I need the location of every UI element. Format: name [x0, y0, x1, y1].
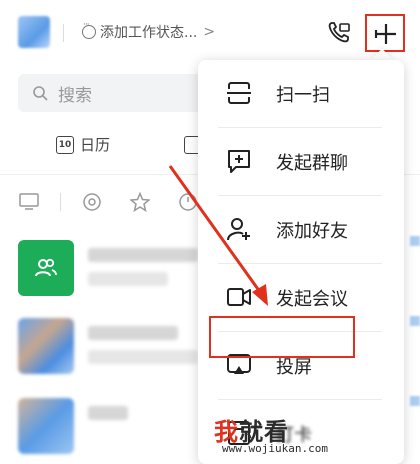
calendar-icon: 10: [56, 135, 74, 154]
list-item[interactable]: [18, 318, 218, 378]
plus-button[interactable]: [365, 14, 405, 52]
star-icon[interactable]: [129, 191, 151, 213]
menu-item-group-chat[interactable]: 发起群聊: [198, 128, 404, 196]
avatar: [18, 318, 74, 374]
header-divider: [63, 24, 64, 42]
highlight-box: [209, 316, 355, 358]
desktop-icon[interactable]: [18, 191, 40, 213]
list-item[interactable]: [18, 398, 218, 458]
list-item[interactable]: [18, 240, 218, 300]
work-status-label: 添加工作状态...: [100, 25, 198, 41]
clock-icon[interactable]: [177, 191, 199, 213]
work-status-button[interactable]: 添加工作状态... >: [82, 20, 216, 42]
menu-item-label: 发起会议: [276, 289, 348, 310]
calendar-label: 日历: [80, 136, 111, 154]
watermark: 我就看 www.wojiukan.com: [214, 412, 364, 460]
right-edge-item: [410, 396, 420, 406]
menu-item-label: 发起群聊: [276, 153, 348, 174]
filter-divider: [60, 193, 61, 211]
status-bubble-icon: [82, 20, 96, 39]
menu-item-scan[interactable]: 扫一扫: [198, 60, 404, 128]
mention-icon[interactable]: [81, 191, 103, 213]
search-icon: [33, 86, 48, 101]
menu-item-label: 扫一扫: [276, 85, 330, 106]
phone-icon[interactable]: [327, 20, 351, 44]
blurred-text: [88, 406, 128, 420]
add-friend-icon: [227, 218, 250, 241]
plus-menu: 扫一扫 发起群聊 添加好友 发起会议 投屏 打卡: [198, 60, 404, 464]
user-avatar[interactable]: [18, 16, 50, 48]
group-avatar: [18, 240, 74, 296]
blurred-text: [88, 248, 198, 262]
blurred-text: [88, 326, 178, 340]
search-placeholder: 搜索: [58, 85, 92, 106]
avatar: [18, 398, 74, 454]
menu-item-label: 添加好友: [276, 221, 348, 242]
right-edge-item: [410, 236, 420, 246]
watermark-url: www.wojiukan.com: [222, 442, 328, 455]
menu-item-add-friend[interactable]: 添加好友: [198, 196, 404, 264]
calendar-tab[interactable]: 10 日历: [56, 134, 110, 155]
group-chat-icon: [228, 150, 250, 173]
meeting-icon: [227, 288, 251, 306]
scan-icon: [227, 82, 251, 104]
message-filters: [18, 188, 225, 216]
blurred-text: [88, 272, 168, 286]
group-icon: [35, 258, 57, 277]
chevron-right-icon: >: [203, 24, 216, 40]
plus-icon: [374, 24, 396, 44]
right-edge-item: [410, 316, 420, 326]
blurred-text: [88, 350, 198, 364]
